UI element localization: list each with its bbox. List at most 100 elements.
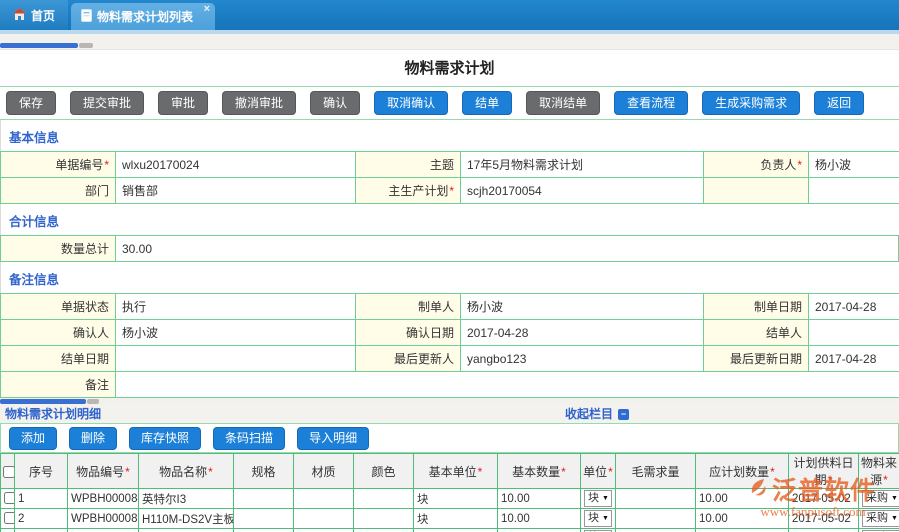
section-total-title: 合计信息 <box>0 204 899 235</box>
status-label: 单据状态 <box>61 300 109 314</box>
cell-item-code: WPBH000084 <box>68 489 139 509</box>
detail-scroll-area <box>0 398 899 405</box>
last-update-date-field: 2017-04-28 <box>809 346 899 372</box>
last-updater-label: 最后更新人 <box>394 352 454 366</box>
unit-select[interactable]: 块 <box>584 490 612 507</box>
doc-no-field[interactable]: wlxu20170024 <box>116 152 356 178</box>
col-color-header: 颜色 <box>354 454 414 489</box>
section-remark-title: 备注信息 <box>0 262 899 293</box>
confirm-date-field: 2017-04-28 <box>461 320 704 346</box>
note-label: 备注 <box>85 378 109 392</box>
total-info-table: 数量总计 30.00 <box>0 235 899 262</box>
col-material-header: 材质 <box>294 454 354 489</box>
cell-material <box>294 529 354 532</box>
import-detail-button[interactable]: 导入明细 <box>297 427 369 450</box>
col-base-unit-header: 基本单位 <box>414 454 498 489</box>
cell-plan-qty: 10.00 <box>696 529 789 532</box>
cell-supply-date[interactable]: 2017-05-02 <box>789 529 859 532</box>
table-row: 3 WPBH000093 8G 台式机内存 箱 10.00 箱 10.00 20… <box>1 529 899 532</box>
cell-color <box>354 489 414 509</box>
close-date-label: 结单日期 <box>61 352 109 366</box>
horizontal-scrollbar-thumb[interactable] <box>0 399 86 404</box>
collapse-icon: − <box>618 409 629 420</box>
cell-base-qty: 10.00 <box>498 529 581 532</box>
cell-spec <box>234 489 294 509</box>
qty-total-field: 30.00 <box>116 236 899 262</box>
cell-base-qty: 10.00 <box>498 489 581 509</box>
cell-base-unit: 箱 <box>414 529 498 532</box>
generate-purchase-demand-button[interactable]: 生成采购需求 <box>702 91 800 115</box>
select-all-checkbox[interactable] <box>3 466 15 478</box>
detail-section-header: 物料需求计划明细 收起栏目 − <box>0 405 899 423</box>
table-row: 结单日期 最后更新人 yangbo123 最后更新日期 2017-04-28 <box>1 346 899 372</box>
cell-item-code: WPBH000093 <box>68 529 139 532</box>
confirmer-field: 杨小波 <box>116 320 356 346</box>
col-gross-demand-header: 毛需求量 <box>616 454 696 489</box>
cell-material <box>294 489 354 509</box>
horizontal-scrollbar-segment[interactable] <box>79 43 93 48</box>
closer-field <box>809 320 899 346</box>
cancel-confirm-button[interactable]: 取消确认 <box>374 91 448 115</box>
collapse-label: 收起栏目 <box>565 405 613 423</box>
closer-label: 结单人 <box>766 326 802 340</box>
table-row: 备注 <box>1 372 899 398</box>
table-row: 2 WPBH000088 H110M-DS2V主板 块 10.00 块 10.0… <box>1 509 899 529</box>
delete-row-button[interactable]: 删除 <box>69 427 117 450</box>
tab-material-plan-list[interactable]: 物料需求计划列表 × <box>71 3 215 30</box>
cell-color <box>354 509 414 529</box>
row-checkbox[interactable] <box>4 492 15 504</box>
cell-base-unit: 块 <box>414 489 498 509</box>
barcode-scan-button[interactable]: 条码扫描 <box>213 427 285 450</box>
horizontal-scrollbar-thumb[interactable] <box>0 43 78 48</box>
approve-button[interactable]: 审批 <box>158 91 208 115</box>
cell-supply-date[interactable]: 2017-05-02 <box>789 489 859 509</box>
tab-home[interactable]: 首页 <box>0 0 68 30</box>
mps-field[interactable]: scjh20170054 <box>461 178 704 204</box>
cancel-close-order-button[interactable]: 取消结单 <box>526 91 600 115</box>
table-row: 单据编号 wlxu20170024 主题 17年5月物料需求计划 负责人 杨小波 <box>1 152 899 178</box>
cell-seq: 3 <box>15 529 68 532</box>
add-row-button[interactable]: 添加 <box>9 427 57 450</box>
make-date-label: 制单日期 <box>754 300 802 314</box>
cell-supply-date[interactable]: 2017-05-02 <box>789 509 859 529</box>
home-icon <box>13 8 26 23</box>
collapse-columns-toggle[interactable]: 收起栏目 − <box>565 405 629 423</box>
dept-field[interactable]: 销售部 <box>116 178 356 204</box>
owner-label: 负责人 <box>760 158 802 172</box>
cell-item-code: WPBH000088 <box>68 509 139 529</box>
table-row: 单据状态 执行 制单人 杨小波 制单日期 2017-04-28 <box>1 294 899 320</box>
view-workflow-button[interactable]: 查看流程 <box>614 91 688 115</box>
col-source-header: 物料来源 <box>859 454 899 489</box>
col-base-qty-header: 基本数量 <box>498 454 581 489</box>
save-button[interactable]: 保存 <box>6 91 56 115</box>
basic-info-table: 单据编号 wlxu20170024 主题 17年5月物料需求计划 负责人 杨小波… <box>0 151 899 204</box>
close-date-field <box>116 346 356 372</box>
confirm-button[interactable]: 确认 <box>310 91 360 115</box>
top-scroll-area <box>0 34 899 50</box>
close-icon[interactable]: × <box>204 3 210 15</box>
col-unit-header: 单位 <box>581 454 616 489</box>
cell-spec <box>234 509 294 529</box>
table-row: 数量总计 30.00 <box>1 236 899 262</box>
source-select[interactable]: 采购 <box>862 510 899 527</box>
cell-item-name: H110M-DS2V主板 <box>139 509 234 529</box>
unit-select[interactable]: 块 <box>584 510 612 527</box>
cell-gross-demand <box>616 509 696 529</box>
tab-bar: 首页 物料需求计划列表 × <box>0 0 899 30</box>
tab-home-label: 首页 <box>31 7 55 24</box>
horizontal-scrollbar-segment[interactable] <box>87 399 99 404</box>
cell-item-name: 8G 台式机内存 <box>139 529 234 532</box>
subject-field[interactable]: 17年5月物料需求计划 <box>461 152 704 178</box>
row-checkbox[interactable] <box>4 512 15 524</box>
subject-label: 主题 <box>430 158 454 172</box>
source-select[interactable]: 采购 <box>862 490 899 507</box>
submit-approval-button[interactable]: 提交审批 <box>70 91 144 115</box>
col-spec-header: 规格 <box>234 454 294 489</box>
owner-field[interactable]: 杨小波 <box>809 152 899 178</box>
inventory-snapshot-button[interactable]: 库存快照 <box>129 427 201 450</box>
revoke-approval-button[interactable]: 撤消审批 <box>222 91 296 115</box>
note-field[interactable] <box>116 372 899 398</box>
back-button[interactable]: 返回 <box>814 91 864 115</box>
close-order-button[interactable]: 结单 <box>462 91 512 115</box>
col-item-name-header: 物品名称 <box>139 454 234 489</box>
